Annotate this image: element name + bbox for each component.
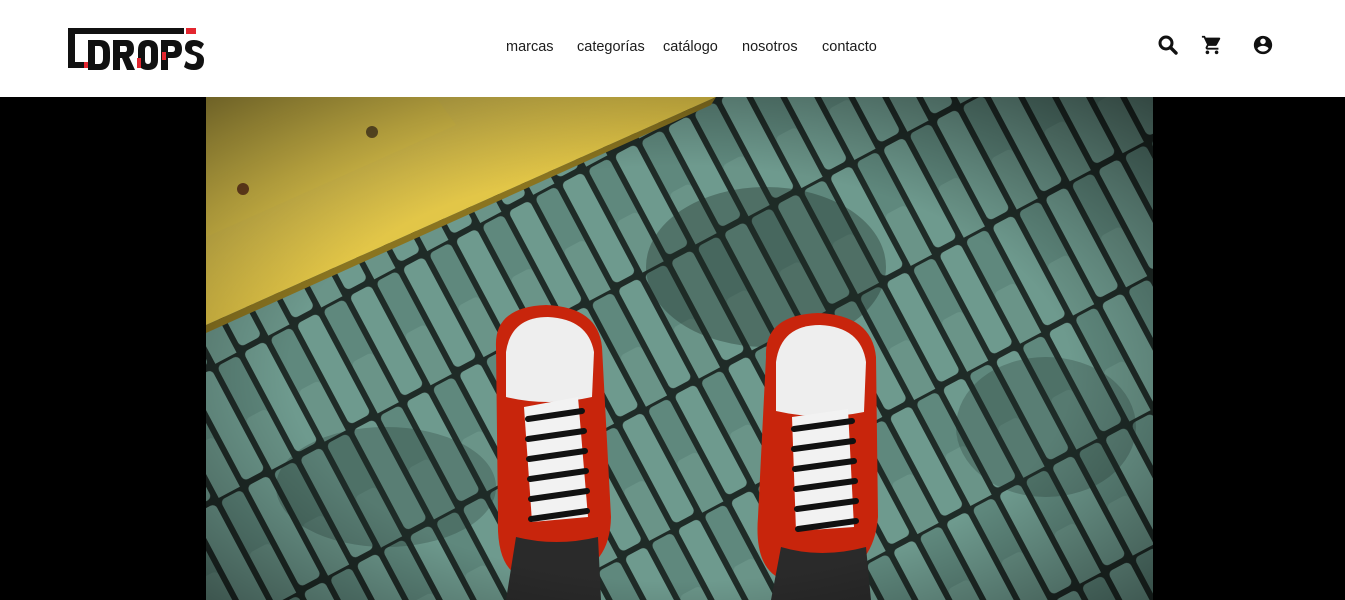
main-nav: marcas categorías catálogo nosotros cont… [0, 38, 1345, 58]
nav-link-contacto[interactable]: contacto [822, 38, 877, 56]
account-icon[interactable] [1252, 34, 1274, 56]
site-header: marcas categorías catálogo nosotros cont… [0, 0, 1345, 97]
hero-banner [0, 97, 1345, 600]
cart-icon[interactable] [1201, 34, 1223, 56]
nav-link-nosotros[interactable]: nosotros [742, 38, 798, 56]
nav-link-categorias[interactable]: categorías [577, 38, 645, 56]
nav-link-marcas[interactable]: marcas [506, 38, 554, 56]
sneakers-photo [206, 97, 1153, 600]
hero-image [206, 97, 1153, 600]
nav-link-catalogo[interactable]: catálogo [663, 38, 718, 56]
search-icon[interactable] [1157, 34, 1179, 56]
